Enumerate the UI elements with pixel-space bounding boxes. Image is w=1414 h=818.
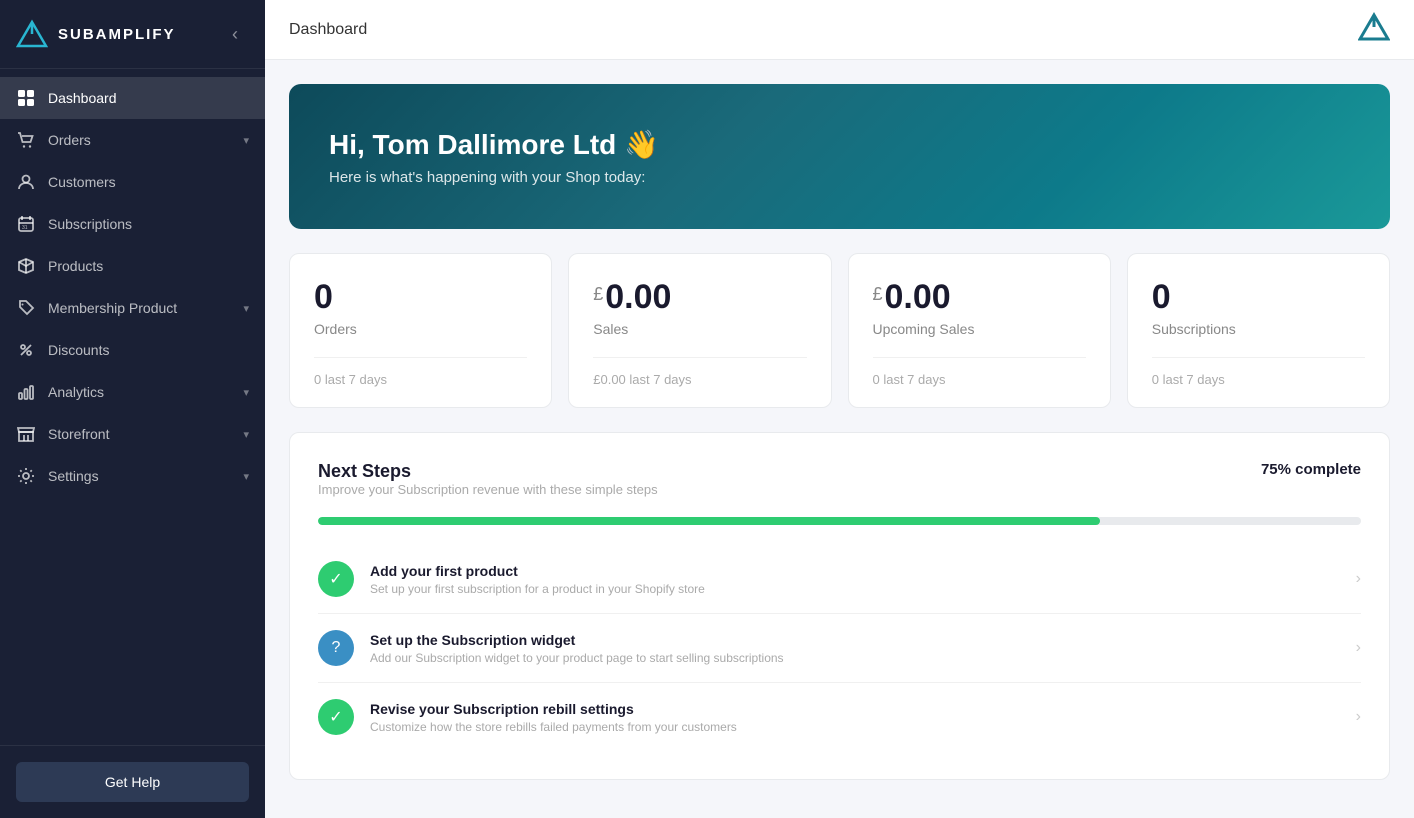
- chevron-down-icon: ▾: [243, 470, 249, 483]
- step-title-widget: Set up the Subscription widget: [370, 632, 1340, 648]
- step-title-rebill: Revise your Subscription rebill settings: [370, 701, 1340, 717]
- chevron-down-icon: ▾: [243, 302, 249, 315]
- stat-card-sales: £ 0.00 Sales £0.00 last 7 days: [568, 253, 831, 408]
- logo-icon: [16, 18, 48, 50]
- sidebar-item-membership-product[interactable]: Membership Product ▾: [0, 287, 265, 329]
- page-title: Dashboard: [289, 21, 367, 39]
- next-steps-title: Next Steps: [318, 461, 658, 482]
- svg-text:31: 31: [22, 225, 28, 231]
- stat-sub-sales: £0.00 last 7 days: [593, 357, 806, 387]
- stat-value-sales: £ 0.00: [593, 278, 806, 317]
- step-icon-pending: ?: [318, 630, 354, 666]
- topbar-logo: [1358, 11, 1390, 48]
- logo-area: SUBAMPLIFY ‹: [0, 0, 265, 69]
- next-steps-completion: 75% complete: [1261, 461, 1361, 478]
- stat-sub-upcoming-sales: 0 last 7 days: [873, 357, 1086, 387]
- sidebar-item-orders[interactable]: Orders ▾: [0, 119, 265, 161]
- progress-bar: [318, 517, 1361, 525]
- stat-label-sales: Sales: [593, 321, 806, 337]
- step-desc-add-product: Set up your first subscription for a pro…: [370, 582, 1340, 596]
- step-title-add-product: Add your first product: [370, 563, 1340, 579]
- stats-row: 0 Orders 0 last 7 days £ 0.00 Sales £0.0…: [289, 253, 1390, 408]
- calendar-icon: 31: [16, 214, 36, 234]
- sidebar-item-label: Customers: [48, 174, 116, 190]
- step-desc-rebill: Customize how the store rebills failed p…: [370, 720, 1340, 734]
- chevron-down-icon: ▾: [243, 428, 249, 441]
- chevron-right-icon: ›: [1356, 639, 1361, 657]
- chevron-right-icon: ›: [1356, 708, 1361, 726]
- stat-value-subscriptions: 0: [1152, 278, 1365, 317]
- hero-title: Hi, Tom Dallimore Ltd 👋: [329, 128, 1350, 161]
- store-icon: [16, 424, 36, 444]
- logo-text: SUBAMPLIFY: [58, 26, 176, 43]
- sidebar-item-label: Settings: [48, 468, 99, 484]
- sidebar-item-discounts[interactable]: Discounts: [0, 329, 265, 371]
- next-steps-title-group: Next Steps Improve your Subscription rev…: [318, 461, 658, 513]
- sidebar-item-storefront[interactable]: Storefront ▾: [0, 413, 265, 455]
- grid-icon: [16, 88, 36, 108]
- stat-label-orders: Orders: [314, 321, 527, 337]
- stat-sub-subscriptions: 0 last 7 days: [1152, 357, 1365, 387]
- cart-icon: [16, 130, 36, 150]
- gear-icon: [16, 466, 36, 486]
- sidebar-item-label: Storefront: [48, 426, 109, 442]
- sidebar-item-label: Membership Product: [48, 300, 177, 316]
- stat-card-upcoming-sales: £ 0.00 Upcoming Sales 0 last 7 days: [848, 253, 1111, 408]
- stat-card-orders: 0 Orders 0 last 7 days: [289, 253, 552, 408]
- stat-label-upcoming-sales: Upcoming Sales: [873, 321, 1086, 337]
- chevron-down-icon: ▾: [243, 134, 249, 147]
- sidebar-nav: Dashboard Orders ▾ Customers: [0, 69, 265, 745]
- sidebar-toggle[interactable]: ‹: [221, 20, 249, 48]
- chart-icon: [16, 382, 36, 402]
- chevron-down-icon: ▾: [243, 386, 249, 399]
- next-steps-header: Next Steps Improve your Subscription rev…: [318, 461, 1361, 513]
- sidebar-item-analytics[interactable]: Analytics ▾: [0, 371, 265, 413]
- step-icon-done: ✓: [318, 561, 354, 597]
- next-steps-subtitle: Improve your Subscription revenue with t…: [318, 482, 658, 497]
- hero-subtitle: Here is what's happening with your Shop …: [329, 169, 1350, 186]
- person-icon: [16, 172, 36, 192]
- chevron-right-icon: ›: [1356, 570, 1361, 588]
- sidebar-item-label: Products: [48, 258, 103, 274]
- sidebar-item-customers[interactable]: Customers: [0, 161, 265, 203]
- sidebar-item-settings[interactable]: Settings ▾: [0, 455, 265, 497]
- sidebar-item-label: Orders: [48, 132, 91, 148]
- sidebar-item-label: Dashboard: [48, 90, 117, 106]
- sidebar-footer: Get Help: [0, 745, 265, 818]
- get-help-button[interactable]: Get Help: [16, 762, 249, 802]
- content-area: Hi, Tom Dallimore Ltd 👋 Here is what's h…: [265, 60, 1414, 818]
- discount-icon: [16, 340, 36, 360]
- sidebar-item-label: Discounts: [48, 342, 109, 358]
- sidebar-item-label: Subscriptions: [48, 216, 132, 232]
- step-content-rebill: Revise your Subscription rebill settings…: [370, 701, 1340, 734]
- next-steps-section: Next Steps Improve your Subscription rev…: [289, 432, 1390, 780]
- step-item-add-product[interactable]: ✓ Add your first product Set up your fir…: [318, 545, 1361, 614]
- stat-label-subscriptions: Subscriptions: [1152, 321, 1365, 337]
- step-item-widget[interactable]: ? Set up the Subscription widget Add our…: [318, 614, 1361, 683]
- sidebar-item-label: Analytics: [48, 384, 104, 400]
- hero-banner: Hi, Tom Dallimore Ltd 👋 Here is what's h…: [289, 84, 1390, 229]
- sidebar-item-products[interactable]: Products: [0, 245, 265, 287]
- sidebar-item-subscriptions[interactable]: 31 Subscriptions: [0, 203, 265, 245]
- step-content-widget: Set up the Subscription widget Add our S…: [370, 632, 1340, 665]
- sidebar-item-dashboard[interactable]: Dashboard: [0, 77, 265, 119]
- box-icon: [16, 256, 36, 276]
- step-icon-done-2: ✓: [318, 699, 354, 735]
- stat-value-upcoming-sales: £ 0.00: [873, 278, 1086, 317]
- tag-icon: [16, 298, 36, 318]
- step-desc-widget: Add our Subscription widget to your prod…: [370, 651, 1340, 665]
- topbar: Dashboard: [265, 0, 1414, 60]
- stat-card-subscriptions: 0 Subscriptions 0 last 7 days: [1127, 253, 1390, 408]
- progress-bar-fill: [318, 517, 1100, 525]
- stat-sub-orders: 0 last 7 days: [314, 357, 527, 387]
- step-content-add-product: Add your first product Set up your first…: [370, 563, 1340, 596]
- step-item-rebill[interactable]: ✓ Revise your Subscription rebill settin…: [318, 683, 1361, 751]
- stat-value-orders: 0: [314, 278, 527, 317]
- main-content: Dashboard Hi, Tom Dallimore Ltd 👋 Here i…: [265, 0, 1414, 818]
- sidebar: SUBAMPLIFY ‹ Dashboard: [0, 0, 265, 818]
